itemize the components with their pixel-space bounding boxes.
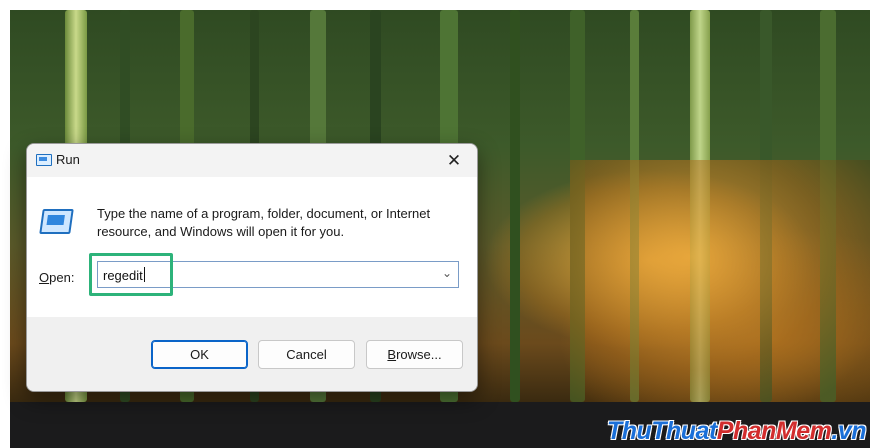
run-program-icon [39,209,74,234]
browse-button[interactable]: Browse... [366,340,463,369]
close-icon: ✕ [446,150,462,170]
ok-button[interactable]: OK [151,340,248,369]
watermark-part2: PhanMem [716,417,832,445]
run-title-icon [36,154,52,166]
close-button[interactable]: ✕ [431,144,477,177]
open-label: Open: [39,270,74,285]
golden-grass [570,160,870,402]
bamboo-stalk [510,10,520,402]
cancel-button[interactable]: Cancel [258,340,355,369]
chevron-down-icon[interactable]: ⌄ [442,266,452,280]
dialog-description: Type the name of a program, folder, docu… [97,206,431,239]
title-bar[interactable]: Run ✕ [27,144,477,177]
watermark: ThuThuatPhanMem.vn [606,417,867,446]
run-dialog: Run ✕ Type the name of a program, folder… [26,143,478,392]
browse-accel: B [387,347,397,362]
watermark-part3: .vn [831,417,866,445]
watermark-part1: ThuThuat [606,417,717,445]
cancel-button-label: Cancel [286,347,327,362]
dialog-content: Type the name of a program, folder, docu… [27,177,477,317]
open-label-accel: O [39,270,50,285]
dialog-footer: OK Cancel Browse... [27,317,477,391]
open-label-text: pen: [49,270,75,285]
input-highlight-box [89,253,173,296]
ok-button-label: OK [190,347,209,362]
browse-rest: rowse... [396,347,442,362]
dialog-title: Run [56,152,80,167]
taskbar: ThuThuatPhanMem.vn [10,402,870,448]
browse-button-label: Browse... [387,347,441,362]
